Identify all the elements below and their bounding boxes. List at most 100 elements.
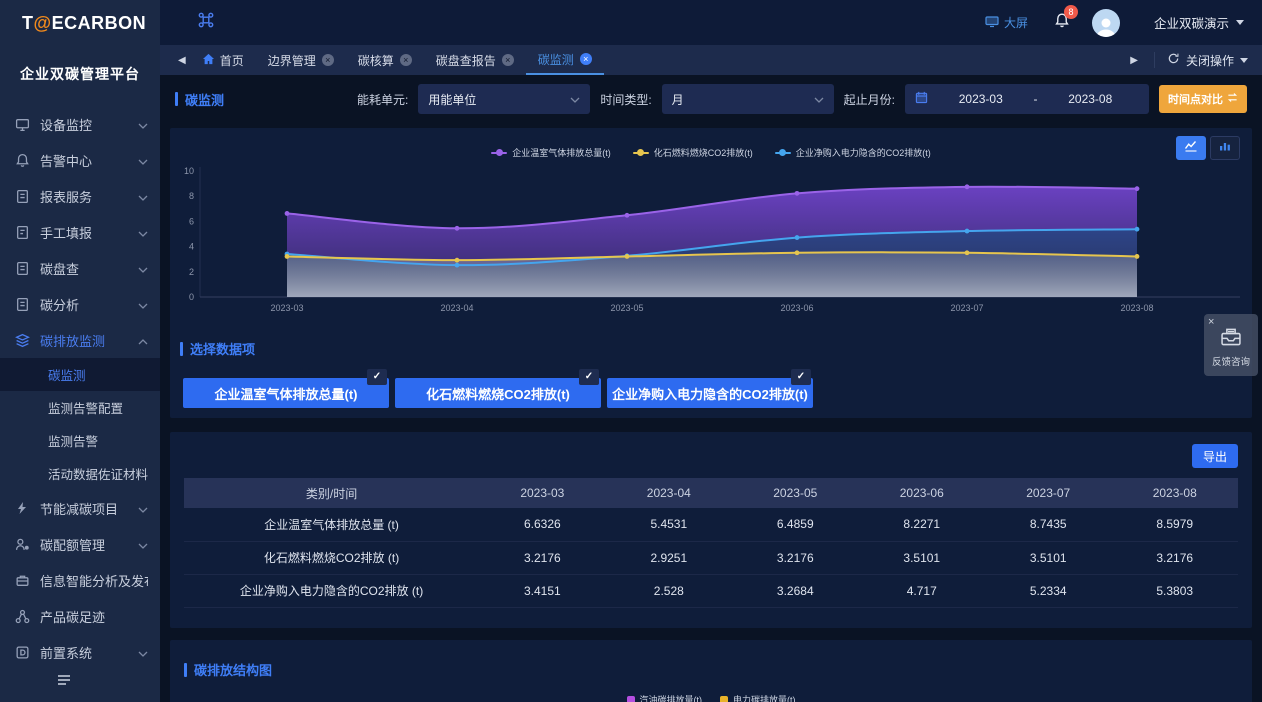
svg-text:2023-06: 2023-06	[780, 303, 813, 313]
close-icon[interactable]: ×	[580, 53, 592, 65]
sidebar-item-device-monitor[interactable]: 设备监控	[0, 106, 160, 142]
tab-inventory-report[interactable]: 碳盘查报告 ×	[424, 45, 526, 75]
logo-text: T	[22, 13, 34, 34]
sidebar-item-carbon-analysis[interactable]: 碳分析	[0, 286, 160, 322]
sidebar: T@ECARBON 企业双碳管理平台 设备监控 告警中心 报表服务 手工填报	[0, 0, 160, 702]
svg-text:2023-03: 2023-03	[270, 303, 303, 313]
sidebar-item-manual-report[interactable]: 手工填报	[0, 214, 160, 250]
range-start-value: 2023-03	[932, 92, 1030, 106]
svg-text:2023-05: 2023-05	[610, 303, 643, 313]
month-range-label: 起止月份:	[844, 91, 895, 108]
notification-bell-button[interactable]: 8	[1054, 12, 1070, 34]
compare-arrows-icon	[1227, 92, 1238, 106]
cell-value: 4.717	[859, 574, 985, 607]
sidebar-item-carbon-inventory[interactable]: 碳盘查	[0, 250, 160, 286]
home-icon	[202, 53, 215, 68]
data-item-total-ghg-button[interactable]: 企业温室气体排放总量(t) ✓	[183, 378, 389, 408]
svg-text:6: 6	[189, 216, 194, 226]
sidebar-item-label: 碳配额管理	[40, 535, 138, 554]
legend-label: 企业温室气体排放总量(t)	[512, 146, 611, 159]
legend-item[interactable]: 企业温室气体排放总量(t)	[491, 146, 611, 159]
sidebar-subitem-monitor-alarm[interactable]: 监测告警	[0, 424, 160, 457]
tabs-back-icon[interactable]: ◀	[174, 45, 190, 75]
tabs-forward-icon[interactable]: ▶	[1126, 55, 1142, 66]
month-range-picker[interactable]: 2023-03 - 2023-08	[905, 84, 1149, 114]
sidebar-item-product-footprint[interactable]: 产品碳足迹	[0, 598, 160, 634]
sidebar-item-label: 手工填报	[40, 223, 138, 242]
legend-item[interactable]: 企业净购入电力隐含的CO2排放(t)	[775, 146, 931, 159]
chevron-up-icon	[138, 333, 148, 348]
close-icon[interactable]: ×	[400, 54, 412, 66]
checked-icon: ✓	[367, 369, 387, 385]
legend-item[interactable]: 电力碳排放量(t)	[720, 693, 796, 702]
sidebar-subitem-label: 碳监测	[48, 365, 86, 384]
tab-label: 边界管理	[268, 52, 316, 69]
quota-icon	[14, 536, 30, 552]
close-icon[interactable]: ×	[1208, 317, 1254, 327]
select-value: 月	[672, 91, 684, 108]
sidebar-subitem-activity-evidence[interactable]: 活动数据佐证材料	[0, 457, 160, 490]
cell-value: 3.2176	[1111, 541, 1238, 574]
page-content: 碳监测 能耗单元: 用能单位 时间类型: 月 起止月份:	[160, 75, 1262, 702]
checked-icon: ✓	[579, 369, 599, 385]
tab-label: 碳盘查报告	[436, 52, 496, 69]
title-accent-bar	[175, 92, 178, 106]
data-select-title: 选择数据项	[180, 339, 1242, 358]
sidebar-item-label: 产品碳足迹	[40, 607, 148, 626]
tab-home[interactable]: 首页	[190, 45, 256, 75]
sidebar-collapse-button[interactable]	[56, 673, 72, 692]
svg-text:2023-08: 2023-08	[1120, 303, 1153, 313]
legend-item[interactable]: 化石燃料燃烧CO2排放(t)	[633, 146, 753, 159]
user-avatar[interactable]	[1092, 9, 1120, 37]
layers-icon	[14, 332, 30, 348]
feedback-button[interactable]: 反馈咨询	[1208, 327, 1254, 368]
sidebar-item-emission-monitor[interactable]: 碳排放监测	[0, 322, 160, 358]
data-item-purchased-power-button[interactable]: 企业净购入电力隐含的CO2排放(t) ✓	[607, 378, 813, 408]
sidebar-subitem-alarm-config[interactable]: 监测告警配置	[0, 391, 160, 424]
apps-grid-icon[interactable]	[198, 12, 214, 33]
energy-unit-select[interactable]: 用能单位	[418, 84, 590, 114]
main-area: 大屏 8 企业双碳演示 ◀ 首页	[160, 0, 1262, 702]
export-button[interactable]: 导出	[1192, 444, 1238, 468]
line-chart-toggle-button[interactable]	[1176, 136, 1206, 160]
svg-text:2023-04: 2023-04	[440, 303, 473, 313]
close-operations-menu[interactable]: 关闭操作	[1167, 52, 1248, 69]
sidebar-subitem-carbon-monitor[interactable]: 碳监测	[0, 358, 160, 391]
sidebar-item-energy-saving-project[interactable]: 节能减碳项目	[0, 490, 160, 526]
table-row: 企业温室气体排放总量 (t) 6.6326 5.4531 6.4859 8.22…	[184, 508, 1238, 541]
user-menu[interactable]: 企业双碳演示	[1154, 13, 1244, 32]
close-icon[interactable]: ×	[502, 54, 514, 66]
cell-value: 8.7435	[985, 508, 1111, 541]
tab-boundary-management[interactable]: 边界管理 ×	[256, 45, 346, 75]
tab-carbon-monitor[interactable]: 碳监测 ×	[526, 45, 604, 75]
bar-chart-toggle-button[interactable]	[1210, 136, 1240, 160]
platform-title: 企业双碳管理平台	[0, 64, 160, 84]
legend-item[interactable]: 汽油碳排放量(t)	[627, 693, 703, 702]
big-screen-button[interactable]: 大屏	[985, 14, 1028, 31]
emission-structure-card: 碳排放结构图 汽油碳排放量(t) 电力碳排放量(t)	[170, 640, 1252, 702]
time-compare-button[interactable]: 时间点对比	[1159, 85, 1247, 113]
sidebar-item-carbon-quota[interactable]: 碳配额管理	[0, 526, 160, 562]
sidebar-item-label: 报表服务	[40, 187, 138, 206]
logo-text: ECARBON	[52, 13, 147, 34]
svg-text:10: 10	[184, 166, 194, 176]
sidebar-menu: 设备监控 告警中心 报表服务 手工填报 碳盘查	[0, 106, 160, 670]
chart-type-toggle	[1176, 136, 1240, 160]
close-icon[interactable]: ×	[322, 54, 334, 66]
chevron-down-icon	[138, 537, 148, 552]
structure-legend: 汽油碳排放量(t) 电力碳排放量(t)	[184, 693, 1238, 702]
data-item-fossil-fuel-button[interactable]: 化石燃料燃烧CO2排放(t) ✓	[395, 378, 601, 408]
sidebar-item-report-service[interactable]: 报表服务	[0, 178, 160, 214]
alarm-icon	[14, 152, 30, 168]
legend-marker	[775, 149, 791, 156]
sidebar-item-info-analysis-publish[interactable]: 信息智能分析及发布	[0, 562, 160, 598]
time-type-select[interactable]: 月	[662, 84, 834, 114]
line-chart-icon	[1184, 139, 1198, 157]
tab-carbon-accounting[interactable]: 碳核算 ×	[346, 45, 424, 75]
caret-down-icon	[1240, 58, 1248, 63]
lightning-icon	[14, 500, 30, 516]
filters-group: 能耗单元: 用能单位 时间类型: 月 起止月份: 2023-03 -	[357, 84, 1247, 114]
sidebar-item-front-system[interactable]: 前置系统	[0, 634, 160, 670]
data-select-buttons: 企业温室气体排放总量(t) ✓ 化石燃料燃烧CO2排放(t) ✓ 企业净购入电力…	[180, 378, 1242, 408]
sidebar-item-alarm-center[interactable]: 告警中心	[0, 142, 160, 178]
